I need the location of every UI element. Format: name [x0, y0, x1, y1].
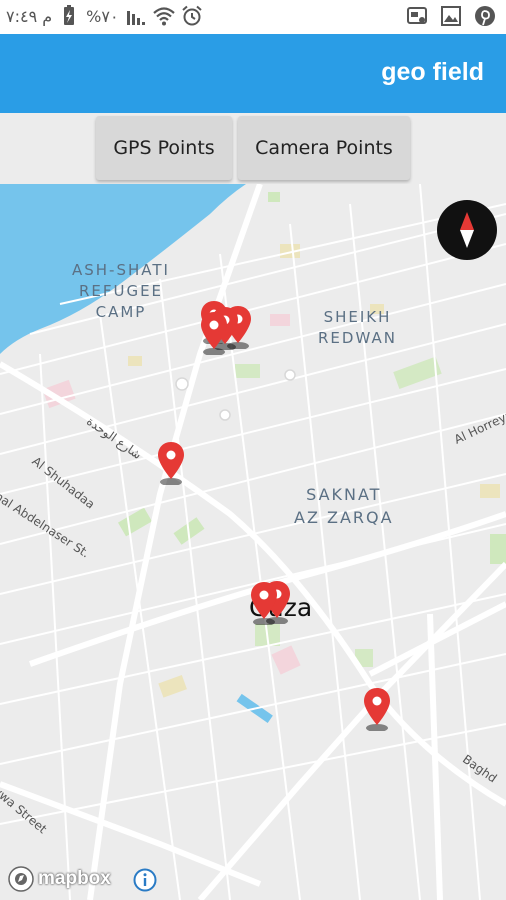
app-title: geo field: [381, 58, 484, 86]
signal-icon: [126, 11, 145, 25]
park-area: [235, 364, 260, 378]
area-label-shati: ASH-SHATI REFUGEE CAMP: [72, 260, 170, 323]
wifi-icon: [152, 7, 175, 26]
camera-points-button[interactable]: Camera Points: [238, 116, 410, 180]
location-pin-icon[interactable]: [199, 311, 229, 355]
sand-area: [158, 674, 187, 698]
location-pin-icon[interactable]: [249, 581, 279, 625]
area-label-line: AZ ZARQA: [294, 508, 394, 527]
sand-area: [480, 484, 500, 498]
battery-percent: %٧٠: [86, 6, 119, 26]
location-pin-icon[interactable]: [156, 441, 186, 485]
screenshot-icon: [407, 7, 427, 24]
area-label-line: REFUGEE: [78, 282, 164, 300]
area-label-line: CAMP: [95, 303, 147, 321]
alarm-icon: [181, 5, 202, 26]
battery-icon: [64, 5, 75, 25]
mapbox-icon: [8, 866, 34, 892]
status-bar: م ٧:٤٩ %٧٠: [0, 0, 506, 34]
park-area: [490, 534, 506, 564]
gallery-icon: [441, 6, 461, 26]
location-pin-icon[interactable]: [362, 687, 392, 731]
button-row: GPS Points Camera Points: [0, 113, 506, 184]
hospital-area: [270, 314, 290, 326]
compass-icon: [460, 212, 474, 248]
info-icon[interactable]: [133, 868, 157, 892]
compass-button[interactable]: [437, 200, 497, 260]
status-left: م ٧:٤٩ %٧٠: [6, 5, 203, 27]
area-label-line: REDWAN: [318, 329, 397, 347]
app-bar: geo field: [0, 34, 506, 113]
area-label-line: ASH-SHATI: [72, 261, 170, 279]
area-label-line: SAKNAT: [306, 485, 382, 504]
area-label-sheikh-redwan: SHEIKH REDWAN: [318, 307, 397, 349]
mapbox-logo[interactable]: mapbox: [8, 866, 111, 892]
sand-area: [128, 356, 142, 366]
pinterest-icon: [475, 6, 495, 26]
mapbox-wordmark: mapbox: [38, 868, 111, 889]
status-right: [406, 5, 496, 27]
gps-points-button[interactable]: GPS Points: [96, 116, 232, 180]
area-label-line: SHEIKH: [323, 308, 392, 326]
map-view[interactable]: ASH-SHATI REFUGEE CAMP SHEIKH REDWAN SAK…: [0, 184, 506, 900]
area-label-saknat: SAKNAT AZ ZARQA: [294, 483, 394, 529]
clock-text: م ٧:٤٩: [6, 6, 53, 26]
hospital-area: [271, 645, 301, 675]
park-area: [268, 192, 280, 202]
